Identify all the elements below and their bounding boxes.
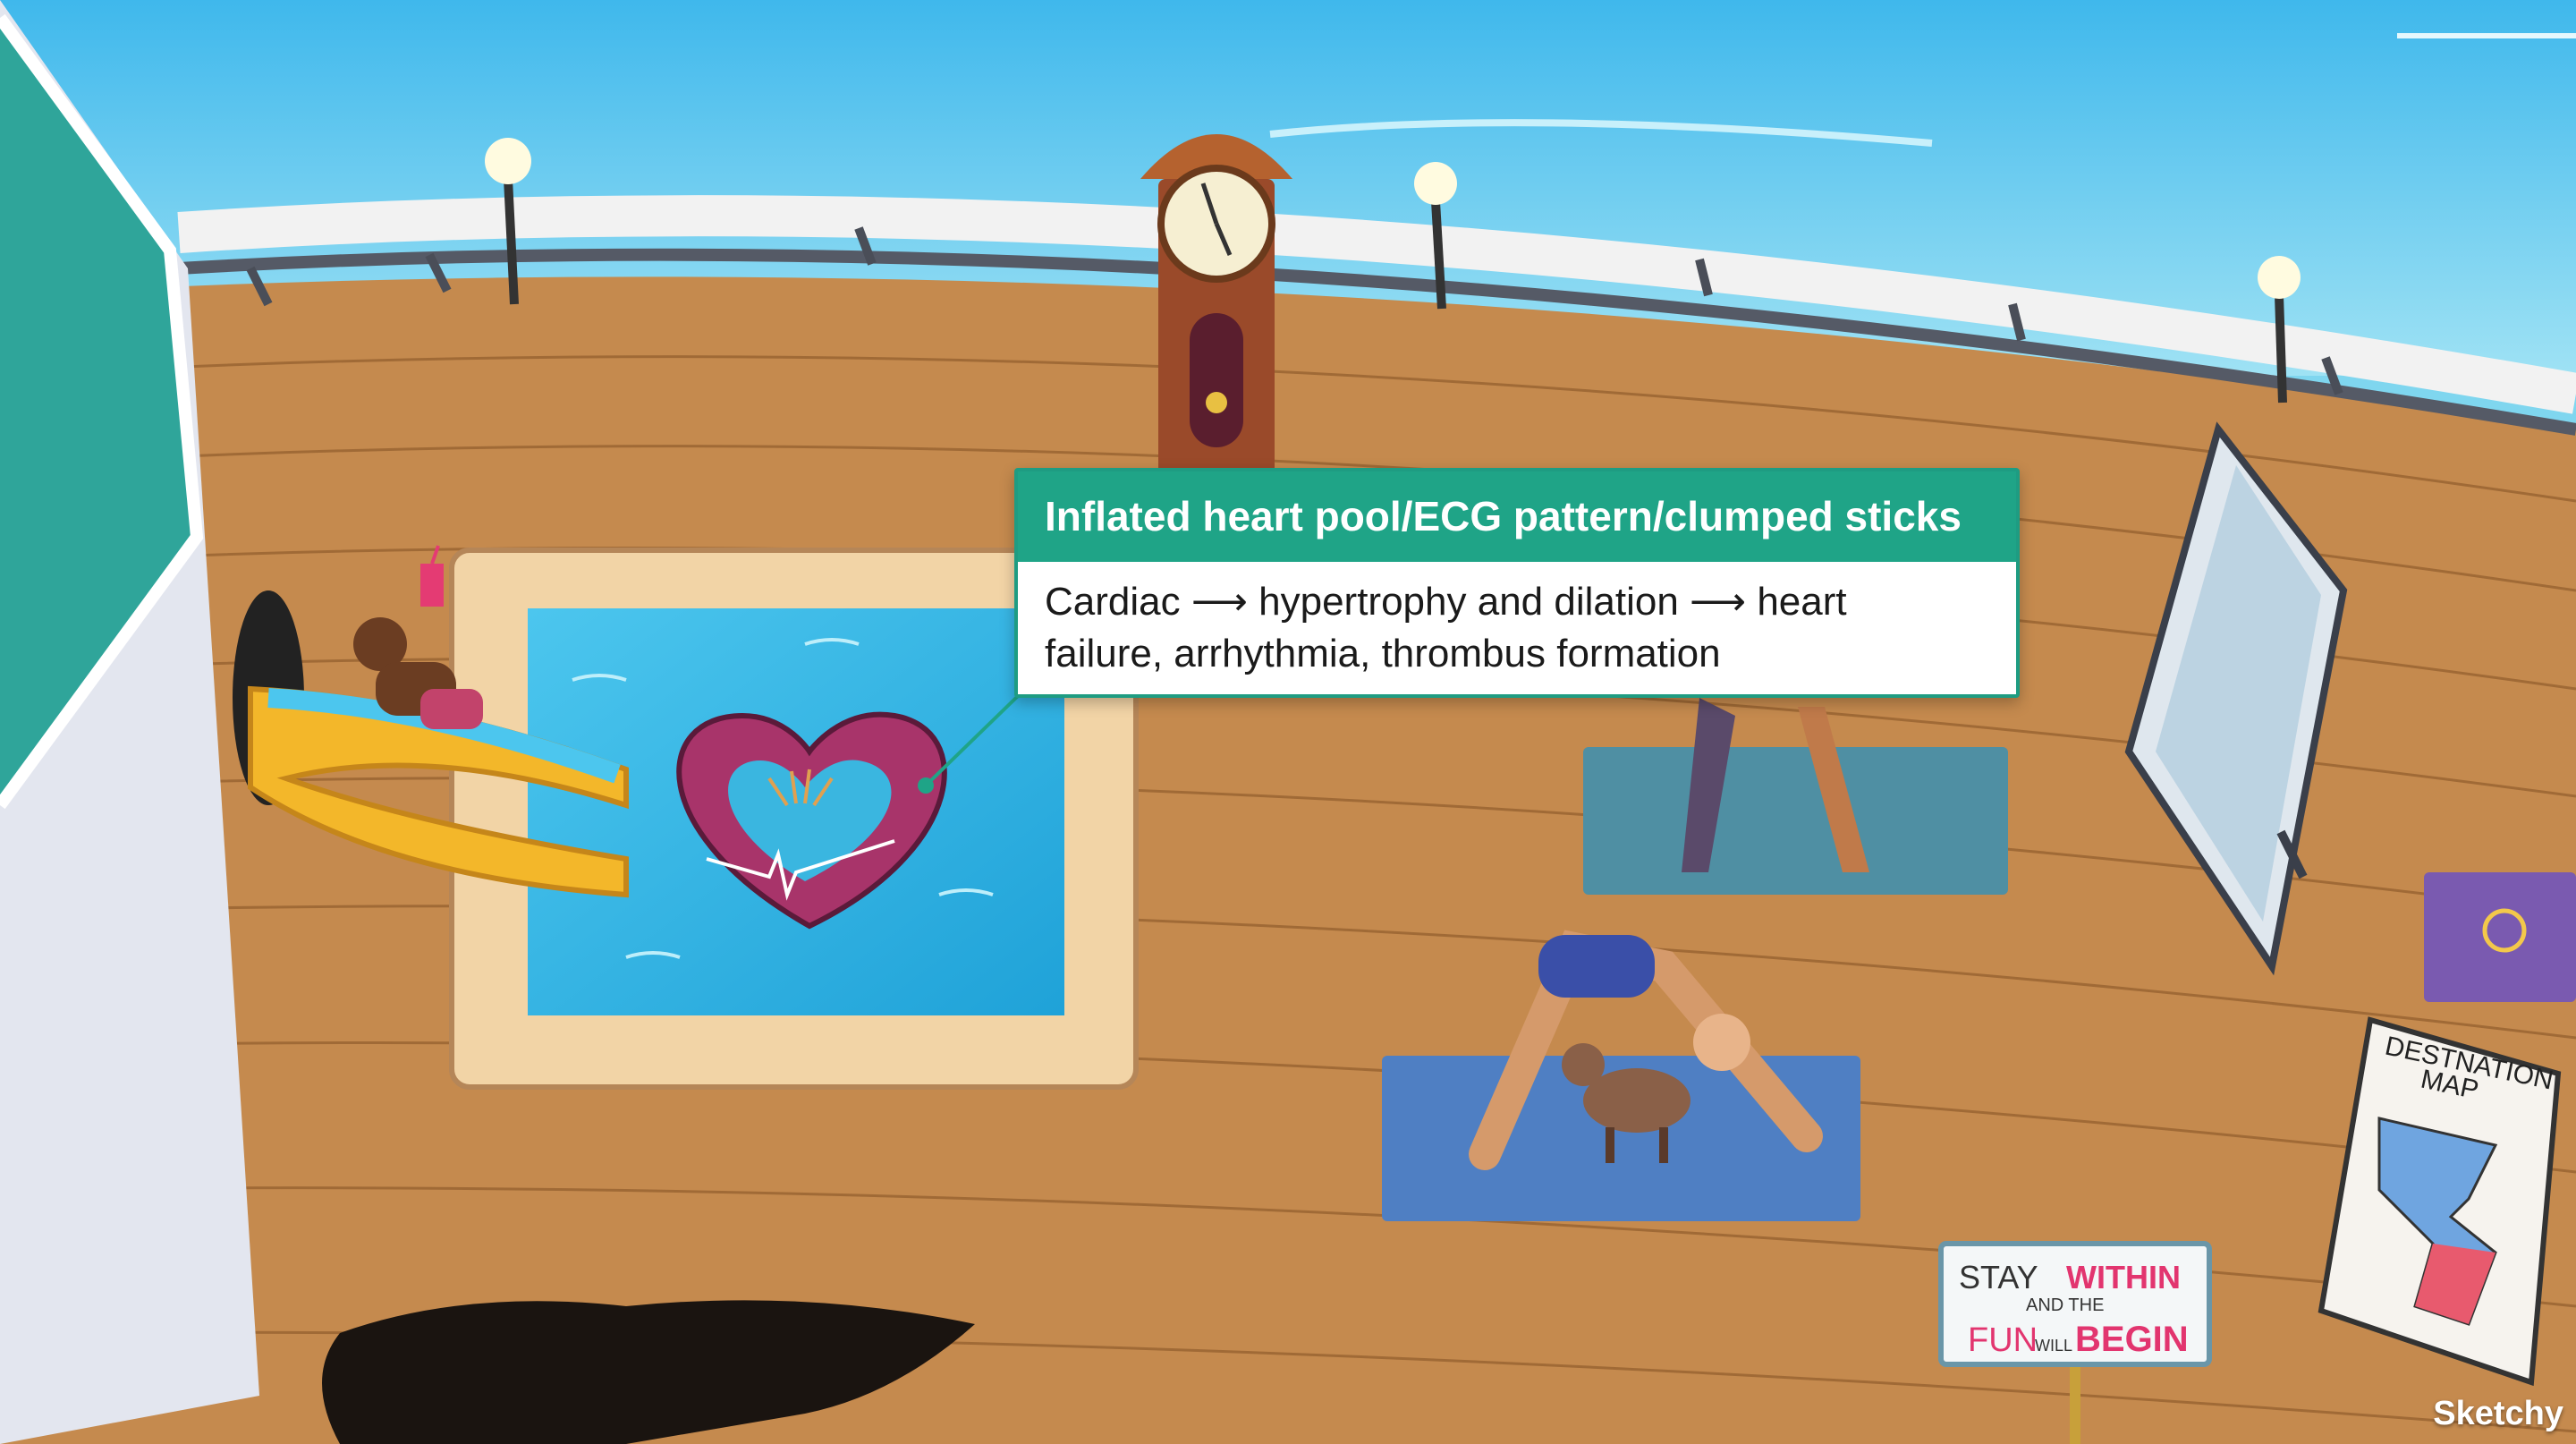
sketchy-watermark-logo: Sketchy <box>2433 1395 2563 1432</box>
callout-body-line-2: failure, arrhythmia, thrombus formation <box>1045 632 1721 675</box>
callout-body-line-1: Cardiac ⟶ hypertrophy and dilation ⟶ hea… <box>1045 580 1847 624</box>
yoga-mat <box>1583 747 2008 895</box>
sign-word-will: WILL <box>2035 1337 2072 1355</box>
info-callout: Inflated heart pool/ECG pattern/clumped … <box>1014 468 2020 698</box>
sign-word-fun: FUN <box>1968 1321 2038 1359</box>
callout-title: Inflated heart pool/ECG pattern/clumped … <box>1018 471 2016 562</box>
sign-word-within: WITHIN <box>2066 1259 2181 1295</box>
callout-body: Cardiac ⟶ hypertrophy and dilation ⟶ hea… <box>1018 562 2016 680</box>
grandfather-clock <box>1140 134 1292 474</box>
purple-mat <box>2424 872 2576 1002</box>
sign-word-stay: STAY <box>1959 1259 2038 1295</box>
cruise-deck-scene: STAY WITHIN AND THE FUN WILL BEGIN DESTN… <box>0 0 2576 1444</box>
callout-pointer-dot <box>918 777 934 794</box>
sign-word-and-the: AND THE <box>2026 1295 2104 1315</box>
sign-word-begin: BEGIN <box>2075 1320 2189 1359</box>
